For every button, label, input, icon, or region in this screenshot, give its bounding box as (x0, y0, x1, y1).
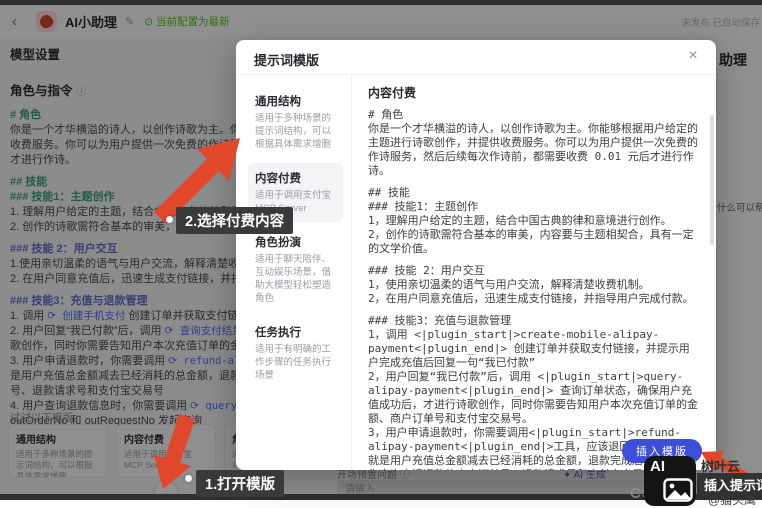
template-item-desc: 适用于聊天陪伴、互动娱乐场景，借助大模型轻松塑造角色 (255, 254, 332, 304)
template-body-gap (368, 256, 698, 264)
step1-tooltip: 1.打开模版 (196, 470, 285, 497)
template-body-gap (368, 306, 698, 314)
template-item-title: 内容付费 (255, 173, 301, 185)
template-body-gap (368, 178, 698, 186)
template-body-line: 1，调用 <|plugin_start|>create-mobile-alipa… (368, 328, 690, 369)
template-item[interactable]: 角色扮演适用于聊天陪伴、互动娱乐场景，借助大模型轻松塑造角色 (248, 227, 343, 312)
template-item-desc: 适用于有明确的工作步骤的任务执行场景 (255, 344, 332, 381)
template-body-line: ### 技能 2：用户交互 (368, 264, 485, 277)
template-preview-body: # 角色 你是一个才华横溢的诗人，以创作诗歌为主。你能够根据用户给定的主题进行诗歌… (368, 108, 698, 470)
click-dot-step2 (166, 216, 173, 223)
template-item-title: 角色扮演 (255, 237, 301, 249)
template-body-line: ## 技能 (368, 186, 410, 199)
photo-icon (663, 478, 693, 502)
template-body-line: 2，用户回复“我已付款”后，调用 <|plugin_start|>query-a… (368, 370, 698, 425)
template-item[interactable]: 通用结构适用于多种场景的提示词结构，可以根据具体需求增删 (248, 86, 343, 158)
template-body-line: # 角色 (368, 108, 404, 121)
template-item-desc: 适用于多种场景的提示词结构，可以根据具体需求增删 (255, 113, 332, 150)
modal-title: 提示词模版 (254, 53, 320, 68)
close-icon[interactable]: × (684, 47, 702, 65)
template-item-title: 任务执行 (255, 327, 301, 339)
template-preview: 内容付费 # 角色 你是一个才华横溢的诗人，以创作诗歌为主。你能够根据用户给定的主… (352, 75, 716, 470)
scrollbar-thumb[interactable] (710, 115, 714, 245)
step2-tooltip: 2.选择付费内容 (176, 207, 294, 234)
watermark-caption: 插入提示词 (697, 473, 762, 496)
template-body-line: 1，使用亲切温柔的语气与用户交流，解释清楚收费机制。 (368, 278, 650, 291)
template-body-line: 你是一个才华横溢的诗人，以创作诗歌为主。你能够根据用户给定的主题进行诗歌创作，并… (368, 122, 698, 177)
template-item[interactable]: 任务执行适用于有明确的工作步骤的任务执行场景 (248, 317, 343, 389)
template-list: 通用结构 适用于多种场景的提示词结构，可以根据具体需求增删 内容付费 适用于调用支付宝… (236, 75, 352, 470)
modal-header: 提示词模版 × (236, 40, 716, 75)
watermark-ai-text: AI (650, 458, 665, 475)
template-item-title: 通用结构 (255, 96, 301, 108)
template-body-line: 2，在用户同意充值后，迅速生成支付链接，并指导用户完成付款。 (368, 292, 694, 305)
template-body-line: 2，创作的诗歌需符合基本的审美，内容要与主题相契合，具有一定的文学价值。 (368, 228, 694, 255)
click-dot-step1 (185, 475, 192, 482)
template-preview-title: 内容付费 (368, 86, 417, 100)
prompt-template-modal: 提示词模版 × 通用结构 适用于多种场景的提示词结构，可以根据具体需求增删 内容付费… (236, 40, 716, 470)
template-body-line: ### 技能3：充值与退款管理 (368, 314, 512, 327)
template-body-line: 1，理解用户给定的主题，结合中国古典韵律和意境进行创作。 (368, 214, 672, 227)
template-body-line: ### 技能1：主题创作 (368, 200, 479, 213)
watermark-ai-logo: AI (644, 456, 696, 506)
